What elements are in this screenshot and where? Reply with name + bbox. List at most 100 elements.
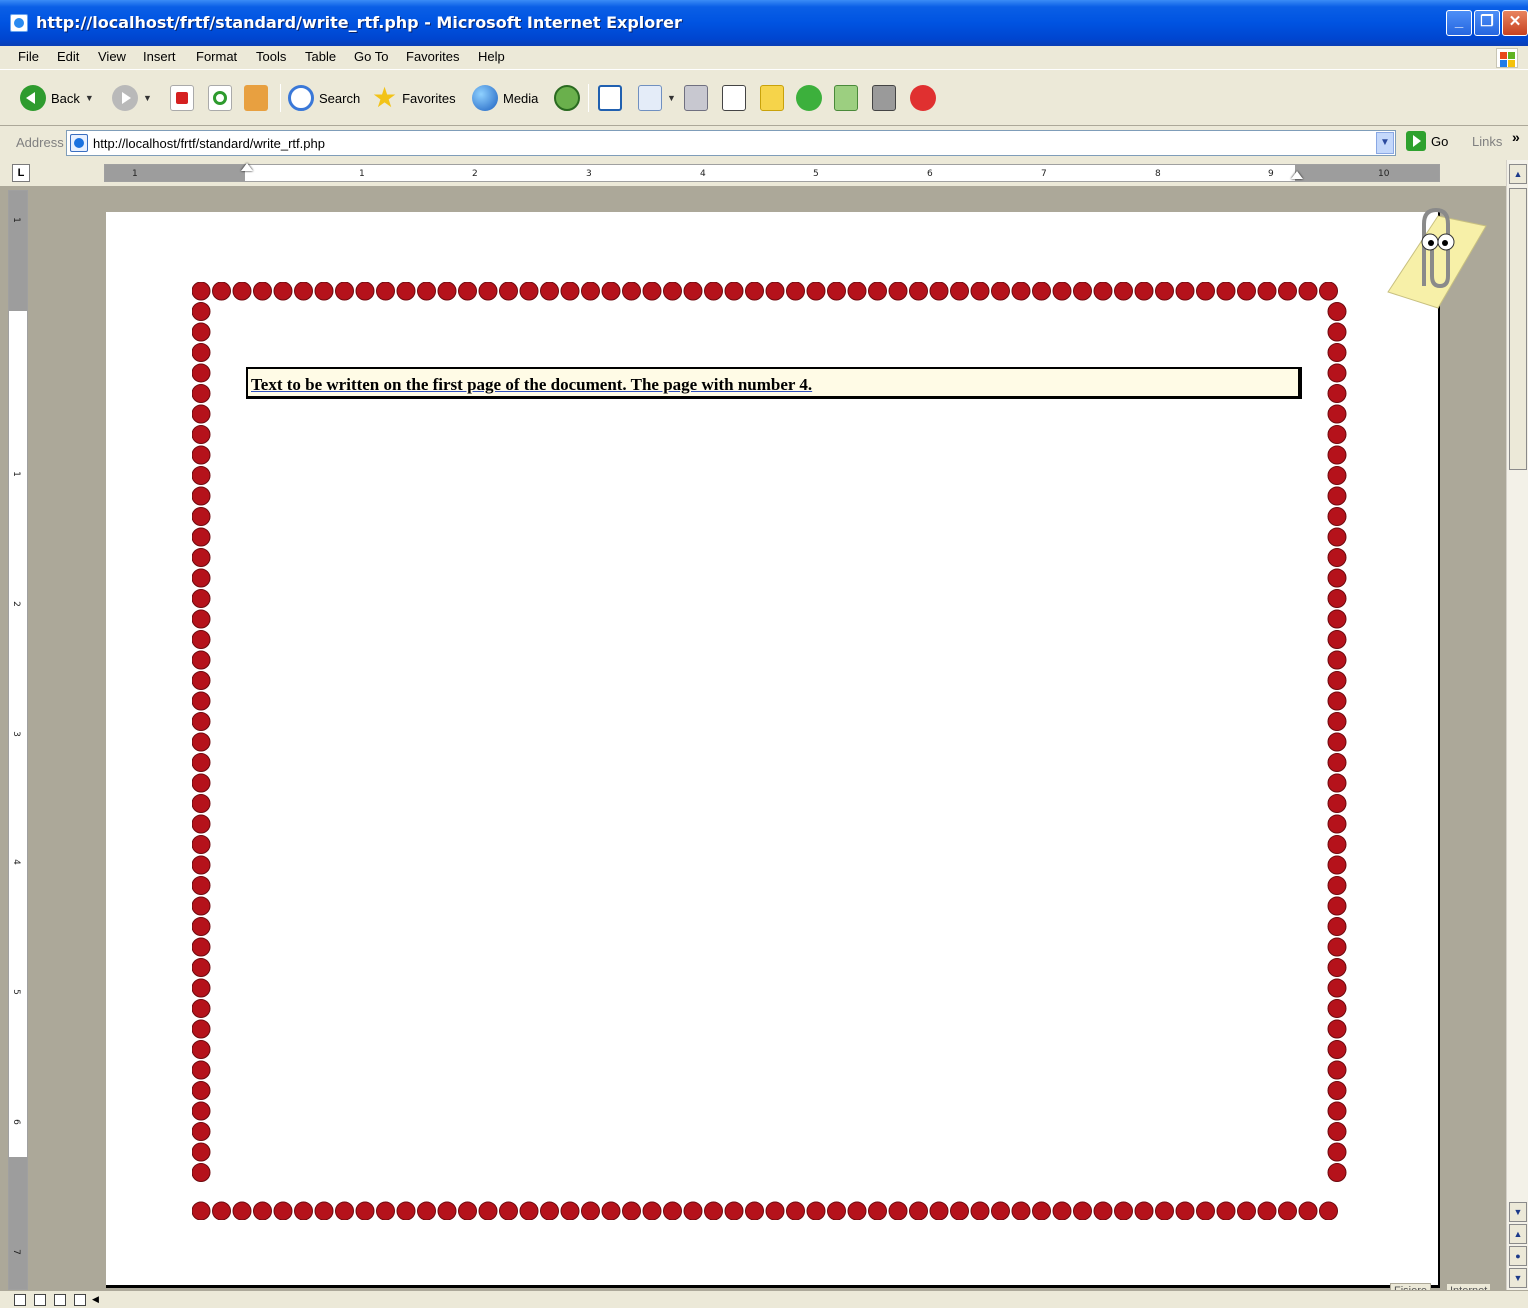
apple-ornament — [192, 445, 211, 465]
apple-ornament — [192, 609, 211, 629]
discuss-button[interactable] — [760, 82, 784, 114]
forward-dropdown-icon[interactable]: ▼ — [143, 93, 152, 103]
apple-ornament — [1073, 1201, 1092, 1220]
next-page-button[interactable]: ▼ — [1509, 1268, 1527, 1288]
apple-ornament — [1327, 630, 1347, 649]
address-input[interactable]: http://localhost/frtf/standard/write_rtf… — [66, 130, 1396, 156]
history-button[interactable] — [554, 82, 580, 114]
mail-icon — [638, 85, 662, 111]
document-page[interactable]: Text to be written on the first page of … — [106, 212, 1440, 1288]
stop-button[interactable] — [170, 82, 194, 114]
apple-ornament — [1327, 855, 1347, 875]
apple-art-page-border — [192, 282, 1347, 1220]
restore-button[interactable]: ❐ — [1474, 10, 1500, 36]
scroll-down-button[interactable]: ▼ — [1509, 1202, 1527, 1222]
apple-ornament — [192, 978, 211, 998]
apple-ornament — [622, 282, 641, 301]
normal-view-icon[interactable] — [14, 1294, 26, 1306]
scroll-thumb[interactable] — [1509, 188, 1527, 470]
edit-button[interactable] — [722, 82, 746, 114]
document-text-box[interactable]: Text to be written on the first page of … — [246, 367, 1302, 399]
vertical-ruler[interactable]: 1 1 2 3 4 5 6 7 — [8, 190, 28, 1290]
apple-ornament — [950, 1201, 969, 1220]
apple-ornament — [1327, 609, 1347, 629]
media-label: Media — [503, 90, 539, 106]
apple-ornament — [1327, 1019, 1347, 1039]
icq-button[interactable] — [834, 82, 858, 114]
apple-ornament — [294, 282, 313, 301]
apple-ornament — [478, 1201, 498, 1220]
apple-ornament — [847, 282, 867, 301]
apple-ornament — [192, 425, 211, 444]
print-button[interactable] — [684, 82, 708, 114]
apple-ornament — [786, 282, 805, 301]
previous-page-button[interactable]: ▲ — [1509, 1224, 1527, 1244]
ruler-tick: 9 — [1268, 169, 1274, 179]
apple-ornament — [417, 1201, 436, 1220]
yahoo-icon — [910, 85, 936, 111]
apple-ornament — [1327, 732, 1347, 752]
menu-go-to[interactable]: Go To — [354, 49, 388, 64]
back-dropdown-icon[interactable]: ▼ — [85, 93, 94, 103]
left-indent-marker[interactable] — [241, 163, 253, 171]
links-button[interactable]: Links — [1472, 134, 1502, 149]
menu-edit[interactable]: Edit — [57, 49, 79, 64]
right-indent-marker[interactable] — [1291, 171, 1303, 179]
apple-ornament — [1327, 548, 1347, 567]
menu-table[interactable]: Table — [305, 49, 336, 64]
mail-dropdown-icon[interactable]: ▼ — [667, 93, 676, 103]
media-button[interactable]: Media — [472, 82, 538, 114]
scroll-left-button[interactable]: ◀ — [92, 1294, 99, 1305]
ie-icon — [10, 14, 28, 32]
menu-view[interactable]: View — [98, 49, 126, 64]
horizontal-ruler[interactable]: 1 1 2 3 4 5 6 7 8 9 10 — [104, 163, 1440, 182]
messenger-button[interactable] — [796, 82, 822, 114]
address-dropdown-icon[interactable]: ▼ — [1376, 132, 1394, 154]
apple-ornament — [192, 568, 211, 588]
web-layout-view-icon[interactable] — [34, 1294, 46, 1306]
discuss-icon — [760, 85, 784, 111]
apple-ornament — [192, 896, 211, 916]
select-browse-object-button[interactable]: ● — [1509, 1246, 1527, 1266]
apple-ornament — [437, 282, 457, 301]
forward-button[interactable]: ▼ — [112, 82, 152, 114]
close-button[interactable]: ✕ — [1502, 10, 1528, 36]
scroll-up-button[interactable]: ▲ — [1509, 164, 1527, 184]
menu-help[interactable]: Help — [478, 49, 505, 64]
apple-ornament — [273, 282, 293, 301]
apple-ornament — [847, 1201, 867, 1220]
apple-ornament — [601, 1201, 621, 1220]
tab-selector[interactable]: L — [12, 164, 30, 182]
tool-button[interactable] — [872, 82, 896, 114]
minimize-button[interactable]: _ — [1446, 10, 1472, 36]
ruler-tick: 6 — [927, 169, 933, 179]
menu-format[interactable]: Format — [196, 49, 237, 64]
search-button[interactable]: Search — [288, 82, 360, 114]
apple-ornament — [376, 1201, 395, 1220]
menu-file[interactable]: File — [18, 49, 39, 64]
view-bar: ◀ — [0, 1290, 1528, 1308]
windows-logo-icon — [1496, 48, 1518, 68]
office-assistant-clippy-icon[interactable] — [1378, 196, 1490, 316]
outline-view-icon[interactable] — [74, 1294, 86, 1306]
back-button[interactable]: Back ▼ — [20, 82, 94, 114]
favorites-button[interactable]: ★ Favorites — [372, 82, 456, 114]
apple-ornament — [192, 650, 211, 670]
refresh-button[interactable] — [208, 82, 232, 114]
mail-button[interactable]: ▼ — [638, 82, 676, 114]
menu-insert[interactable]: Insert — [143, 49, 176, 64]
print-layout-view-icon[interactable] — [54, 1294, 66, 1306]
links-more-icon[interactable]: » — [1512, 129, 1520, 145]
apple-ornament — [1327, 835, 1347, 854]
ruler-left-margin — [105, 165, 245, 181]
menu-favorites[interactable]: Favorites — [406, 49, 459, 64]
apple-ornament — [1327, 1142, 1347, 1162]
research-button[interactable] — [598, 82, 622, 114]
vertical-scrollbar[interactable]: ▲ ▼ ▲ ● ▼ — [1506, 160, 1528, 1308]
yahoo-button[interactable] — [910, 82, 936, 114]
go-button[interactable]: Go — [1406, 131, 1448, 151]
apple-ornament — [1327, 1163, 1347, 1182]
ruler-tick: 5 — [813, 169, 819, 179]
menu-tools[interactable]: Tools — [256, 49, 286, 64]
home-button[interactable] — [244, 82, 268, 114]
